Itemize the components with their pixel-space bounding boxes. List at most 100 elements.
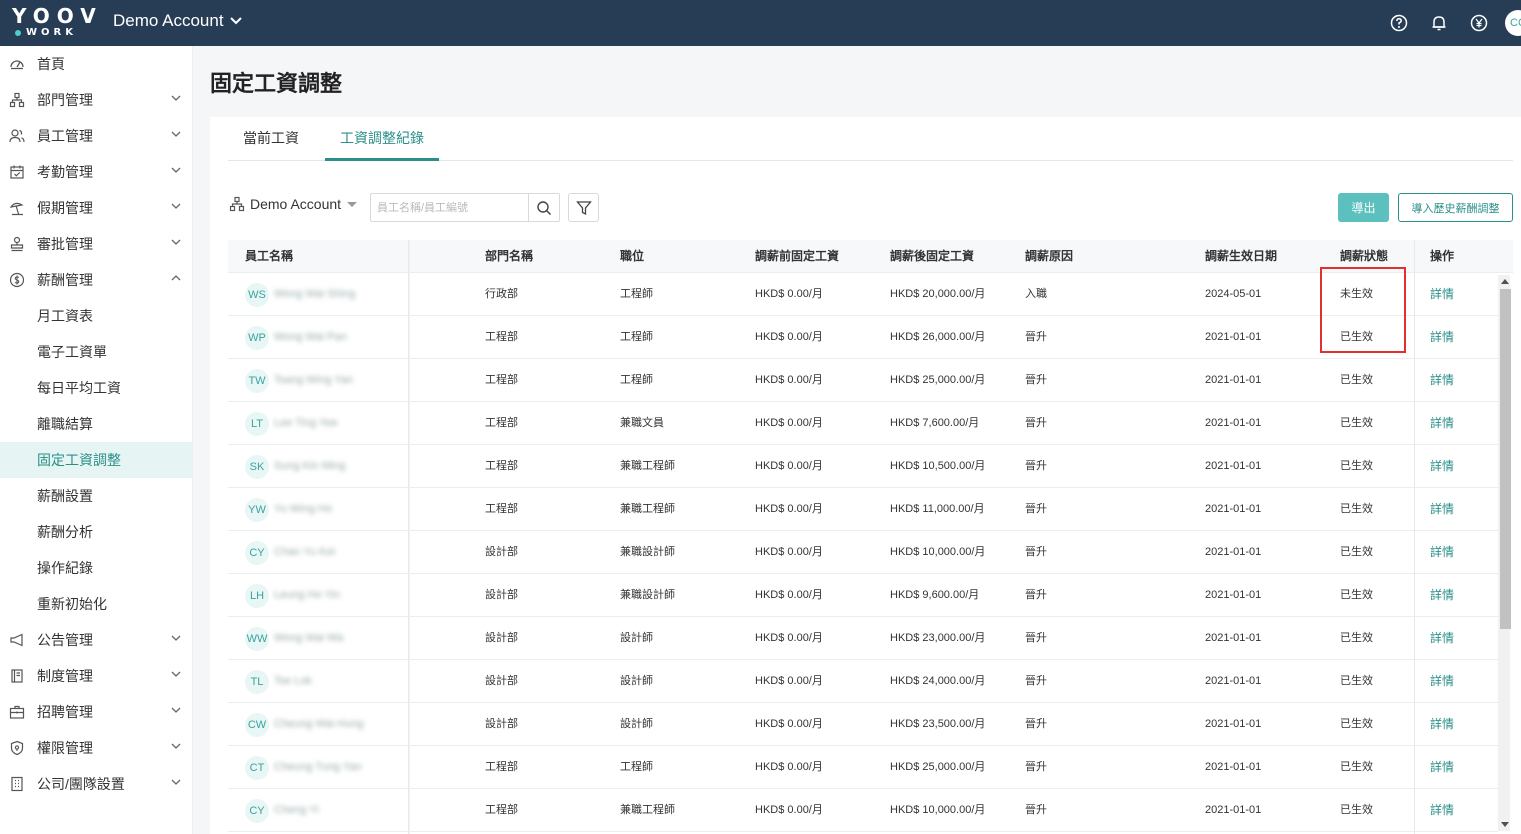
cell-employee-name[interactable]: Wong Wai Shing: [274, 273, 355, 316]
cell-employee-name[interactable]: Wong Wai Wa: [274, 617, 343, 660]
tab-salary-adjustment-records[interactable]: 工資調整紀錄: [325, 117, 439, 161]
details-link[interactable]: 詳情: [1430, 703, 1454, 746]
details-link[interactable]: 詳情: [1430, 746, 1454, 789]
details-link[interactable]: 詳情: [1430, 488, 1454, 531]
cell-employee-name[interactable]: Cheung Tung Yan: [274, 746, 362, 789]
sidebar-item-attendance[interactable]: 考勤管理: [0, 154, 192, 190]
cell-employee-name[interactable]: Yu Wing Ho: [274, 488, 332, 531]
cell-department: 工程部: [485, 761, 518, 773]
export-button[interactable]: 導出: [1338, 193, 1389, 222]
sidebar-item-announcements[interactable]: 公告管理: [0, 622, 192, 658]
table-scrollbar[interactable]: [1498, 275, 1511, 831]
employee-avatar: TW: [245, 369, 269, 393]
details-link[interactable]: 詳情: [1430, 531, 1454, 574]
employee-avatar: LT: [245, 412, 269, 436]
sidebar-sub-daily-average-wage[interactable]: 每日平均工資: [0, 370, 192, 406]
cell-effective-date: 2021-01-01: [1205, 503, 1262, 515]
top-bar: YOOV WORK Demo Account CC: [0, 0, 1521, 46]
cell-employee-name[interactable]: Lee Ting Yee: [274, 402, 338, 445]
header-employee-name: 員工名稱: [245, 249, 294, 263]
employee-avatar: TL: [245, 670, 269, 694]
sidebar-sub-e-payslip[interactable]: 電子工資單: [0, 334, 192, 370]
account-switcher[interactable]: Demo Account: [113, 11, 242, 31]
cell-employee-name[interactable]: Sung Kin Ming: [274, 445, 346, 488]
cell-department: 行政部: [485, 288, 518, 300]
cell-effective-date: 2021-01-01: [1205, 804, 1262, 816]
cell-position: 設計師: [620, 632, 653, 644]
cell-employee-name[interactable]: Cheng Yi: [274, 789, 319, 832]
user-avatar[interactable]: CC: [1505, 10, 1521, 36]
sidebar-item-label: 權限管理: [37, 740, 93, 756]
cell-reason: 晉升: [1025, 503, 1047, 515]
sidebar-sub-payroll-settings[interactable]: 薪酬設置: [0, 478, 192, 514]
sidebar-item-departments[interactable]: 部門管理: [0, 82, 192, 118]
cell-status: 已生效: [1340, 718, 1373, 730]
details-link[interactable]: 詳情: [1430, 660, 1454, 703]
cell-salary-after: HKD$ 23,500.00/月: [890, 718, 986, 730]
cell-department: 設計部: [485, 632, 518, 644]
sidebar-item-approvals[interactable]: 審批管理: [0, 226, 192, 262]
filter-button[interactable]: [568, 193, 599, 222]
cell-position: 工程師: [620, 288, 653, 300]
employee-avatar: LH: [245, 584, 269, 608]
cell-salary-before: HKD$ 0.00/月: [755, 331, 823, 343]
sidebar-item-recruitment[interactable]: 招聘管理: [0, 694, 192, 730]
table-row: TL Tse Lok 設計部 設計師 HKD$ 0.00/月 HKD$ 24,000.00…: [228, 660, 1498, 703]
details-link[interactable]: 詳情: [1430, 316, 1454, 359]
chevron-down-icon: [171, 671, 181, 677]
search-input[interactable]: [371, 194, 528, 221]
cell-salary-after: HKD$ 20,000.00/月: [890, 288, 986, 300]
sidebar-sub-reinitialize[interactable]: 重新初始化: [0, 586, 192, 622]
cell-effective-date: 2021-01-01: [1205, 632, 1262, 644]
table-row: WS Wong Wai Shing 行政部 工程師 HKD$ 0.00/月 HKD$ 20…: [228, 273, 1498, 316]
cell-reason: 晉升: [1025, 331, 1047, 343]
import-history-button[interactable]: 導入歷史薪酬調整: [1398, 193, 1513, 222]
table-row: LH Leung Ho Yin 設計部 兼職設計師 HKD$ 0.00/月 HKD$ 9,…: [228, 574, 1498, 617]
department-filter[interactable]: Demo Account: [229, 196, 358, 212]
cell-employee-name[interactable]: Leung Ho Yin: [274, 574, 340, 617]
cell-employee-name[interactable]: Cheung Wai Hung: [274, 703, 363, 746]
sidebar-item-payroll[interactable]: 薪酬管理: [0, 262, 192, 298]
details-link[interactable]: 詳情: [1430, 359, 1454, 402]
cell-employee-name[interactable]: Wong Wai Pan: [274, 316, 347, 359]
details-link[interactable]: 詳情: [1430, 402, 1454, 445]
sidebar-item-policies[interactable]: 制度管理: [0, 658, 192, 694]
sidebar-sub-resignation-settlement[interactable]: 離職結算: [0, 406, 192, 442]
cell-employee-name[interactable]: Chan Yu Kei: [274, 531, 335, 574]
scroll-down-arrow[interactable]: [1501, 822, 1509, 827]
cell-effective-date: 2024-05-01: [1205, 288, 1262, 300]
header-reason: 調薪原因: [1025, 249, 1074, 263]
cell-salary-after: HKD$ 10,500.00/月: [890, 460, 986, 472]
tab-current-salary[interactable]: 當前工資: [228, 117, 314, 161]
sidebar-item-employees[interactable]: 員工管理: [0, 118, 192, 154]
sidebar-item-leave[interactable]: 假期管理: [0, 190, 192, 226]
details-link[interactable]: 詳情: [1430, 445, 1454, 488]
cell-salary-before: HKD$ 0.00/月: [755, 546, 823, 558]
employee-avatar: WW: [245, 627, 269, 651]
bell-icon[interactable]: [1419, 0, 1459, 46]
details-link[interactable]: 詳情: [1430, 574, 1454, 617]
cell-employee-name[interactable]: Tsang Wing Yan: [274, 359, 353, 402]
sidebar-item-permissions[interactable]: 權限管理: [0, 730, 192, 766]
employee-avatar: CY: [245, 541, 269, 565]
details-link[interactable]: 詳情: [1430, 789, 1454, 832]
scrollbar-thumb[interactable]: [1500, 289, 1511, 629]
cell-effective-date: 2021-01-01: [1205, 589, 1262, 601]
scroll-up-arrow[interactable]: [1501, 279, 1509, 284]
details-link[interactable]: 詳情: [1430, 273, 1454, 316]
search-icon: [537, 200, 552, 215]
currency-icon[interactable]: [1459, 0, 1499, 46]
cell-department: 設計部: [485, 589, 518, 601]
cell-employee-name[interactable]: Tse Lok: [274, 660, 312, 703]
sidebar-sub-operation-log[interactable]: 操作紀錄: [0, 550, 192, 586]
search-button[interactable]: [528, 194, 559, 221]
sidebar-item-home[interactable]: 首頁: [0, 46, 192, 82]
sidebar-sub-fixed-salary-adjustment[interactable]: 固定工資調整: [0, 442, 192, 478]
sidebar-sub-payroll-analysis[interactable]: 薪酬分析: [0, 514, 192, 550]
yoov-work-logo[interactable]: YOOV WORK: [12, 5, 96, 41]
cell-salary-before: HKD$ 0.00/月: [755, 761, 823, 773]
details-link[interactable]: 詳情: [1430, 617, 1454, 660]
sidebar-sub-monthly-payroll[interactable]: 月工資表: [0, 298, 192, 334]
help-icon[interactable]: [1379, 0, 1419, 46]
sidebar-item-company-settings[interactable]: 公司/團隊設置: [0, 766, 192, 802]
